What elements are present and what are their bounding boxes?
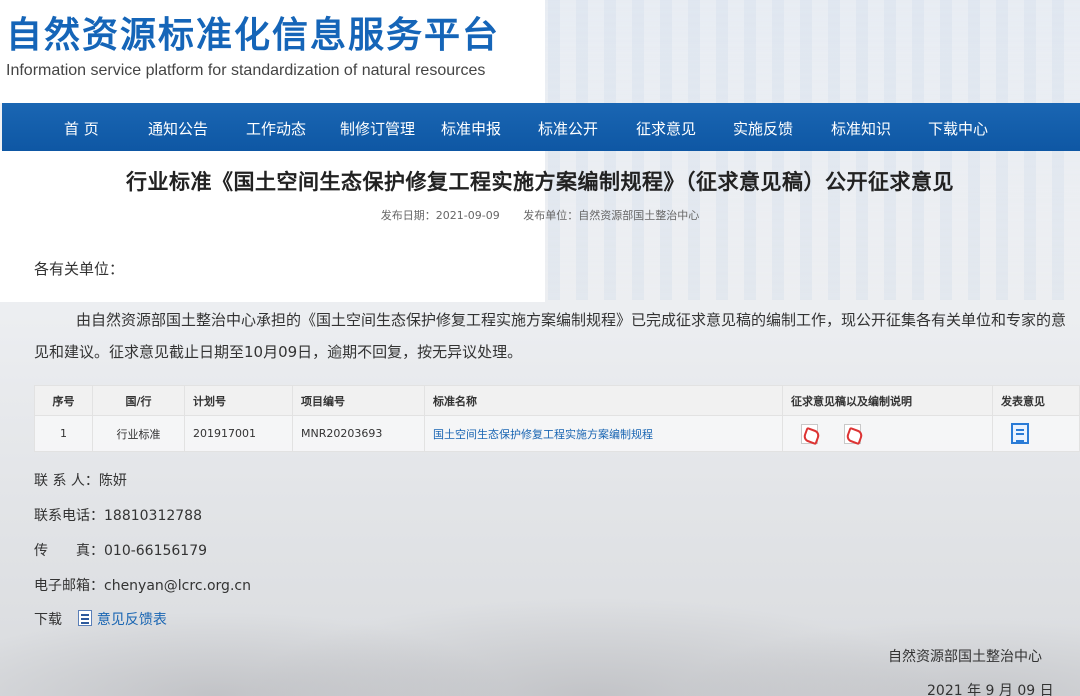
nav-item-download-center[interactable]: 下载中心	[928, 118, 988, 139]
article-title: 行业标准《国土空间生态保护修复工程实施方案编制规程》（征求意见稿）公开征求意见	[126, 170, 954, 194]
cell-plan-no: 201917001	[184, 415, 293, 452]
standards-table: 序号 国/行 计划号 项目编号 标准名称 征求意见稿以及编制说明 发表意见 1 …	[34, 385, 1080, 452]
col-draft-docs: 征求意见稿以及编制说明	[782, 385, 993, 416]
publish-date: 发布日期：2021-09-09	[380, 209, 500, 222]
nav-item-standard-publication[interactable]: 标准公开	[538, 118, 598, 139]
document-list-icon[interactable]	[1011, 423, 1029, 444]
contact-person: 联 系 人：陈妍	[34, 473, 127, 489]
nav-item-revision-management[interactable]: 制修订管理	[340, 118, 415, 139]
col-plan-no: 计划号	[184, 385, 293, 416]
site-title[interactable]: 自然资源标准化信息服务平台	[6, 6, 500, 58]
article-meta: 发布日期：2021-09-09 发布单位：自然资源部国土整治中心	[0, 207, 1080, 223]
cell-draft-docs	[782, 415, 993, 452]
standard-name-link[interactable]: 国土空间生态保护修复工程实施方案编制规程	[433, 428, 653, 441]
salutation: 各有关单位：	[34, 260, 125, 278]
col-comment: 发表意见	[992, 385, 1080, 416]
article-body: 由自然资源部国土整治中心承担的《国土空间生态保护修复工程实施方案编制规程》已完成…	[34, 311, 1067, 361]
contact-fax: 传 真：010-66156179	[34, 543, 208, 559]
nav-item-notices[interactable]: 通知公告	[148, 118, 208, 139]
col-standard-name: 标准名称	[424, 385, 783, 416]
cell-comment	[992, 415, 1080, 452]
download-row: 下载 意见反馈表	[34, 609, 167, 629]
contact-email: 电子邮箱：chenyan@lcrc.org.cn	[34, 578, 251, 594]
cell-type: 行业标准	[92, 415, 185, 452]
main-nav: 首 页 通知公告 工作动态 制修订管理 标准申报 标准公开 征求意见 实施反馈 …	[2, 103, 1080, 151]
cell-project-no: MNR20203693	[292, 415, 425, 452]
nav-item-standard-declaration[interactable]: 标准申报	[441, 118, 501, 139]
nav-item-implementation-feedback[interactable]: 实施反馈	[733, 118, 793, 139]
nav-item-work-news[interactable]: 工作动态	[246, 118, 306, 139]
signature-date: 2021 年 9 月 09 日	[927, 683, 1054, 696]
contact-phone: 联系电话：18810312788	[34, 508, 202, 524]
publisher: 发布单位：自然资源部国土整治中心	[523, 209, 700, 222]
col-project-no: 项目编号	[292, 385, 425, 416]
site-header: 自然资源标准化信息服务平台 Information service platfo…	[0, 0, 545, 103]
pdf-icon[interactable]	[843, 423, 861, 444]
word-document-icon	[78, 610, 93, 626]
col-index: 序号	[34, 385, 93, 416]
site-subtitle: Information service platform for standar…	[6, 62, 486, 79]
cell-standard-name: 国土空间生态保护修复工程实施方案编制规程	[424, 415, 783, 452]
download-label: 下载	[34, 612, 62, 628]
table-header-row: 序号 国/行 计划号 项目编号 标准名称 征求意见稿以及编制说明 发表意见	[34, 385, 1080, 416]
feedback-form-link[interactable]: 意见反馈表	[97, 612, 167, 628]
col-type: 国/行	[92, 385, 185, 416]
signature-org: 自然资源部国土整治中心	[888, 649, 1042, 665]
nav-item-home[interactable]: 首 页	[64, 118, 99, 139]
nav-item-solicit-opinions[interactable]: 征求意见	[636, 118, 696, 139]
nav-item-standard-knowledge[interactable]: 标准知识	[831, 118, 891, 139]
pdf-icon[interactable]	[801, 423, 818, 444]
table-row: 1 行业标准 201917001 MNR20203693 国土空间生态保护修复工…	[34, 415, 1080, 452]
cell-index: 1	[34, 415, 93, 452]
